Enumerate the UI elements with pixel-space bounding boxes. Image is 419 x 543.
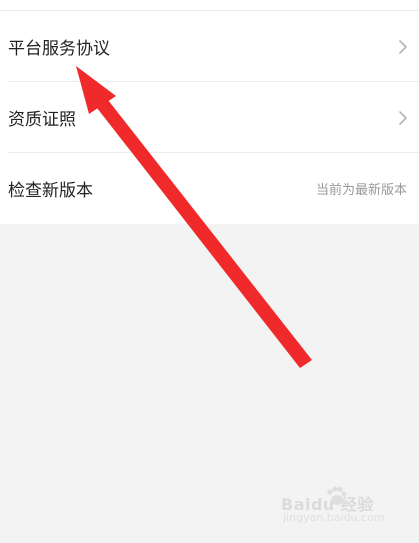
settings-item-label: 资质证照 bbox=[8, 110, 76, 130]
settings-item-check-new-version[interactable]: 检查新版本 当前为最新版本 bbox=[0, 153, 419, 224]
settings-item-qualification-license[interactable]: 资质证照 bbox=[0, 82, 419, 153]
version-status-text: 当前为最新版本 bbox=[315, 183, 407, 198]
chevron-right-icon bbox=[399, 39, 407, 54]
chevron-right-icon bbox=[399, 110, 407, 125]
watermark-domain: jingyan.baidu.com bbox=[283, 511, 385, 524]
baidu-jingyan-watermark: Baidu 经验 jingyan.baidu.com bbox=[281, 485, 401, 529]
settings-list: 平台服务协议 资质证照 检查新版本 当前为最新版本 bbox=[0, 0, 419, 224]
paw-icon bbox=[327, 486, 347, 505]
settings-item-label: 平台服务协议 bbox=[8, 39, 110, 59]
previous-item-bottom bbox=[0, 0, 419, 11]
settings-item-platform-service-agreement[interactable]: 平台服务协议 bbox=[0, 11, 419, 82]
settings-item-label: 检查新版本 bbox=[8, 181, 93, 201]
